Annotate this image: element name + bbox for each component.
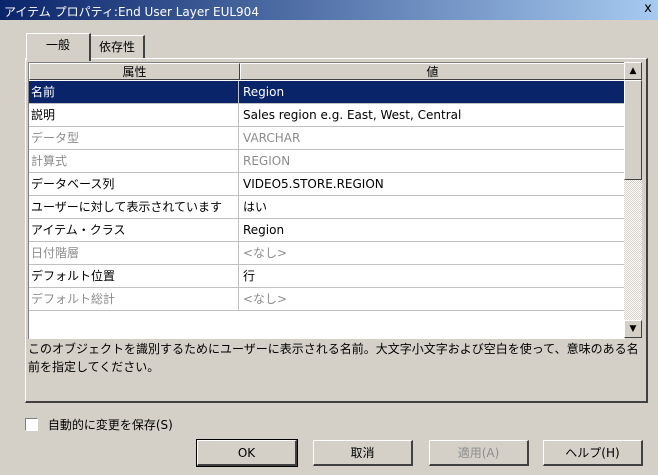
table-row[interactable]: デフォルト総計 <なし> xyxy=(29,288,625,311)
table-row[interactable]: 日付階層 <なし> xyxy=(29,242,625,265)
property-name: デフォルト位置 xyxy=(29,265,239,288)
close-icon[interactable]: x xyxy=(642,2,654,16)
property-name: ユーザーに対して表示されています xyxy=(29,196,239,219)
autosave-label[interactable]: 自動的に変更を保存(S) xyxy=(48,418,173,432)
property-value[interactable]: Sales region e.g. East, West, Central xyxy=(239,104,625,127)
property-value[interactable]: VIDEO5.STORE.REGION xyxy=(239,173,625,196)
cancel-button[interactable]: 取消 xyxy=(313,440,413,466)
table-row[interactable]: デフォルト位置 行 xyxy=(29,265,625,288)
scroll-up-button[interactable]: ▲ xyxy=(624,62,642,80)
table-row[interactable]: 名前 Region xyxy=(29,81,625,104)
header-property[interactable]: 属性 xyxy=(29,63,240,80)
property-name: デフォルト総計 xyxy=(29,288,239,311)
header-value[interactable]: 値 xyxy=(240,63,625,80)
description-text: このオブジェクトを識別するためにユーザーに表示される名前。大文字小文字および空白… xyxy=(28,342,639,374)
property-value[interactable]: 行 xyxy=(239,265,625,288)
property-value: <なし> xyxy=(239,242,625,265)
window-title: アイテム プロパティ:End User Layer EUL904 xyxy=(4,5,259,19)
property-value: REGION xyxy=(239,150,625,173)
property-value[interactable]: Region xyxy=(239,219,625,242)
apply-button[interactable]: 適用(A) xyxy=(429,440,529,466)
tab-general[interactable]: 一般 xyxy=(26,33,91,61)
table-row[interactable]: ユーザーに対して表示されています はい xyxy=(29,196,625,219)
table-row[interactable]: 説明 Sales region e.g. East, West, Central xyxy=(29,104,625,127)
property-name: データベース列 xyxy=(29,173,239,196)
property-name: データ型 xyxy=(29,127,239,150)
property-name: 日付階層 xyxy=(29,242,239,265)
property-name: アイテム・クラス xyxy=(29,219,239,242)
scrollbar-thumb[interactable] xyxy=(624,80,642,180)
autosave-option[interactable]: 自動的に変更を保存(S) xyxy=(25,416,173,432)
property-value[interactable]: Region xyxy=(239,81,625,104)
scroll-down-button[interactable]: ▼ xyxy=(624,320,642,338)
property-value: VARCHAR xyxy=(239,127,625,150)
table-row[interactable]: アイテム・クラス Region xyxy=(29,219,625,242)
title-bar: アイテム プロパティ:End User Layer EUL904 x xyxy=(0,0,658,20)
property-grid: 属性 値 名前 Region 説明 Sales region e.g. East… xyxy=(28,62,625,339)
vertical-scrollbar[interactable]: ▲ ▼ xyxy=(624,62,642,338)
property-value[interactable]: はい xyxy=(239,196,625,219)
autosave-checkbox[interactable] xyxy=(25,418,38,431)
table-row[interactable]: データ型 VARCHAR xyxy=(29,127,625,150)
table-row[interactable]: 計算式 REGION xyxy=(29,150,625,173)
help-button[interactable]: ヘルプ(H) xyxy=(543,440,643,466)
tab-dependencies[interactable]: 依存性 xyxy=(90,35,145,58)
property-name: 計算式 xyxy=(29,150,239,173)
table-row[interactable]: データベース列 VIDEO5.STORE.REGION xyxy=(29,173,625,196)
grid-header: 属性 値 xyxy=(29,63,625,81)
property-name: 説明 xyxy=(29,104,239,127)
property-value: <なし> xyxy=(239,288,625,311)
ok-button[interactable]: OK xyxy=(196,439,298,467)
property-name: 名前 xyxy=(29,81,239,104)
